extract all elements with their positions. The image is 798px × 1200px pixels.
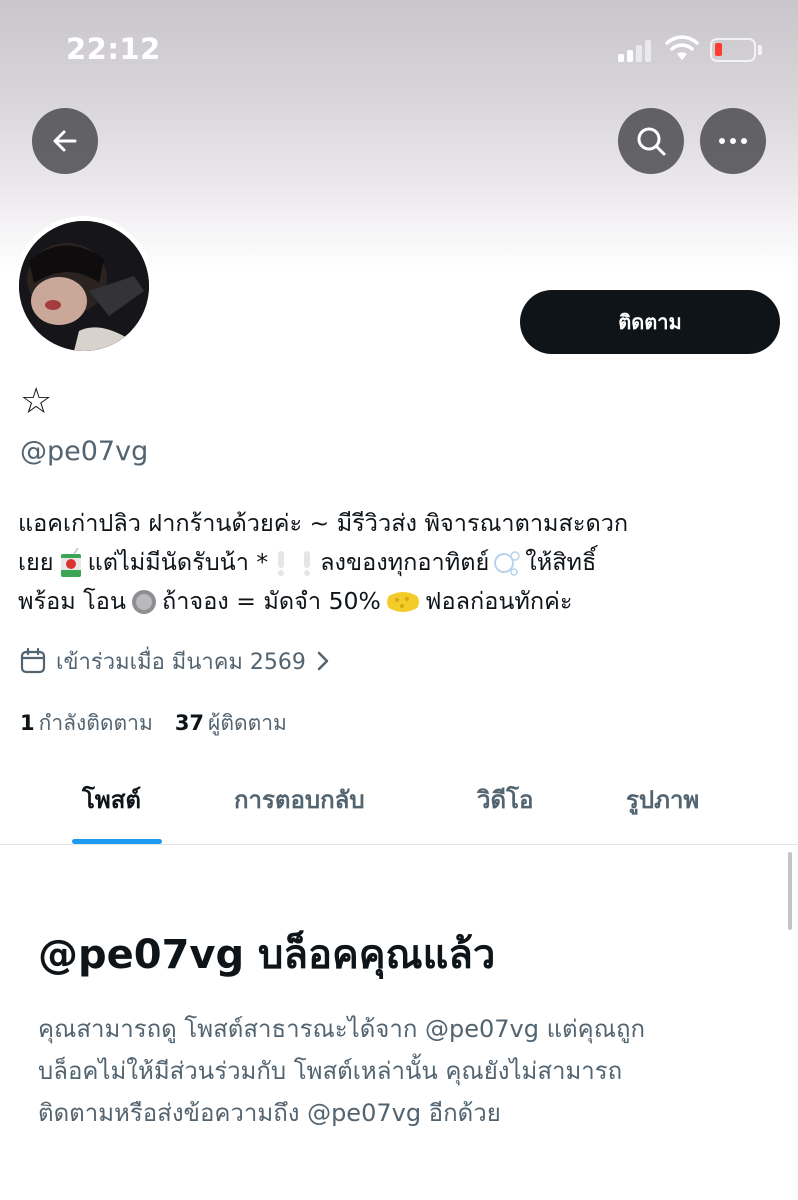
white-exclamation-icon — [304, 550, 311, 576]
tab-videos[interactable]: วิดีโอ — [477, 780, 533, 819]
follow-stats: 1 กำลังติดตาม 37 ผู้ติดตาม — [20, 707, 287, 740]
bio-line: เยย แต่ไม่มีนัดรับน้า * ลงของทุกอาทิตย์ … — [18, 543, 788, 582]
followers-label[interactable]: ผู้ติดตาม — [208, 707, 287, 740]
coin-icon — [132, 589, 156, 614]
following-label[interactable]: กำลังติดตาม — [39, 707, 153, 740]
status-bar: 22:12 — [0, 0, 798, 100]
blocked-message-line: บล็อคไม่ให้มีส่วนร่วมกับ โพสต์เหล่านั้น … — [38, 1057, 623, 1085]
bio-line: แอคเก่าปลิว ฝากร้านด้วยค่ะ ~ มีรีวิวส่ง … — [18, 504, 788, 543]
bio-text: ให้สิทธิ์ — [525, 548, 597, 576]
bio-text: ฟอลก่อนทักค่ะ — [424, 587, 573, 615]
following-count[interactable]: 1 — [20, 711, 35, 735]
active-tab-indicator — [72, 839, 162, 844]
juice-box-icon — [60, 547, 81, 577]
scrollbar[interactable] — [788, 852, 792, 930]
tab-replies[interactable]: การตอบกลับ — [234, 780, 365, 819]
profile-tabs: โพสต์ การตอบกลับ วิดีโอ รูปภาพ — [0, 760, 798, 845]
blocked-message-line: คุณสามารถดู โพสต์สาธารณะได้จาก @pe07vg แ… — [38, 1015, 646, 1043]
cellular-signal-icon — [618, 38, 656, 62]
blocked-message: คุณสามารถดู โพสต์สาธารณะได้จาก @pe07vg แ… — [38, 1008, 778, 1134]
more-options-button[interactable] — [700, 108, 766, 174]
blocked-title: @pe07vg บล็อคคุณแล้ว — [38, 932, 496, 978]
profile-bio: แอคเก่าปลิว ฝากร้านด้วยค่ะ ~ มีรีวิวส่ง … — [18, 504, 788, 621]
followers-count[interactable]: 37 — [175, 711, 204, 735]
bio-text: ถ้าจอง = มัดจำ 50% — [162, 587, 381, 615]
follow-button[interactable]: ติดตาม — [520, 290, 780, 354]
status-time: 22:12 — [66, 32, 161, 66]
blocked-message-line: ติดตามหรือส่งข้อความถึง @pe07vg อีกด้วย — [38, 1099, 501, 1127]
tab-photos[interactable]: รูปภาพ — [626, 780, 699, 819]
avatar[interactable] — [14, 216, 154, 356]
joined-text: เข้าร่วมเมื่อ มีนาคม 2569 — [56, 649, 306, 675]
battery-icon — [710, 38, 756, 62]
chevron-right-icon — [317, 651, 329, 671]
display-name: ☆ — [20, 381, 53, 422]
more-horizontal-icon — [719, 138, 747, 144]
tab-posts[interactable]: โพสต์ — [82, 780, 141, 819]
calendar-icon — [20, 648, 46, 674]
back-button[interactable] — [32, 108, 98, 174]
sponge-icon — [386, 591, 419, 612]
username-handle: @pe07vg — [20, 436, 149, 467]
bio-text: แต่ไม่มีนัดรับน้า * — [87, 548, 269, 576]
white-exclamation-icon — [278, 550, 285, 576]
bio-text: เยย — [18, 548, 54, 576]
joined-date[interactable]: เข้าร่วมเมื่อ มีนาคม 2569 — [20, 645, 330, 677]
wifi-icon — [665, 35, 699, 60]
search-icon — [637, 127, 666, 156]
bubbles-icon — [494, 550, 520, 576]
bio-text: ลงของทุกอาทิตย์ — [320, 548, 490, 576]
battery-tip — [758, 45, 762, 55]
bio-text: แอคเก่าปลิว ฝากร้านด้วยค่ะ ~ มีรีวิวส่ง … — [18, 509, 629, 537]
arrow-left-icon — [53, 130, 77, 152]
search-button[interactable] — [618, 108, 684, 174]
bio-text: พร้อม โอน — [18, 587, 126, 615]
bio-line: พร้อม โอน ถ้าจอง = มัดจำ 50% ฟอลก่อนทักค… — [18, 582, 788, 621]
avatar-photo — [19, 221, 149, 351]
